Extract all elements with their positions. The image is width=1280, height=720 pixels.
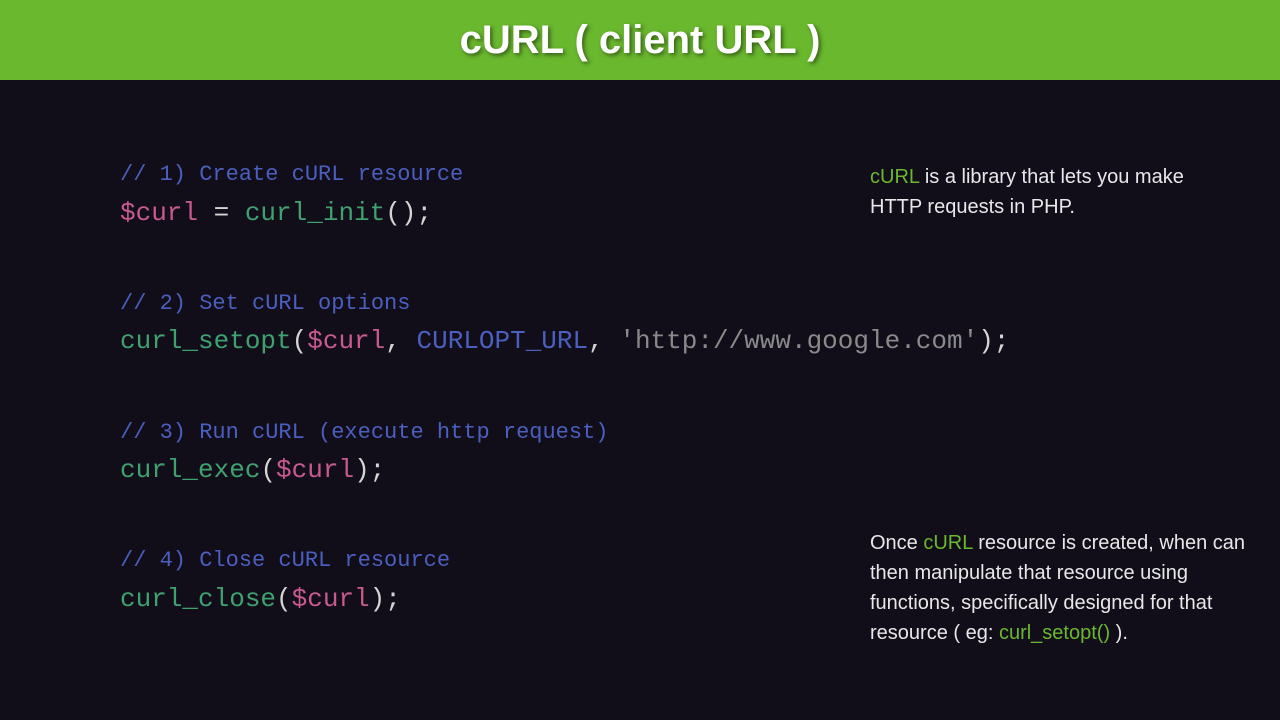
token-string: 'http://www.google.com' [619,326,978,356]
highlight-text: cURL [870,166,919,188]
code-block-2: // 2) Set cURL options curl_setopt($curl… [120,289,1009,360]
token-function: curl_close [120,584,276,614]
highlight-text: curl_setopt() [999,622,1110,644]
token-paren: ); [370,584,401,614]
note-text: Once [870,532,923,554]
token-variable: $curl [120,198,198,228]
token-paren: ); [354,455,385,485]
token-variable: $curl [307,326,385,356]
token-comma: , [588,326,619,356]
token-paren: ( [292,326,308,356]
token-paren: ( [260,455,276,485]
token-paren: ( [276,584,292,614]
content-area: // 1) Create cURL resource $curl = curl_… [0,80,1280,720]
token-paren: ); [978,326,1009,356]
token-paren: (); [385,198,432,228]
comment-2: // 2) Set cURL options [120,289,1009,319]
page-title: cURL ( client URL ) [460,18,821,63]
token-comma: , [385,326,416,356]
token-operator: = [198,198,245,228]
annotation-2: Once cURL resource is created, when can … [870,528,1250,648]
token-variable: $curl [276,455,354,485]
code-line-2: curl_setopt($curl, CURLOPT_URL, 'http://… [120,324,1009,359]
header-bar: cURL ( client URL ) [0,0,1280,80]
token-variable: $curl [292,584,370,614]
comment-3: // 3) Run cURL (execute http request) [120,418,1009,448]
annotation-1: cURL is a library that lets you make HTT… [870,162,1230,222]
code-line-3: curl_exec($curl); [120,453,1009,488]
token-function: curl_setopt [120,326,292,356]
highlight-text: cURL [923,532,972,554]
token-function: curl_exec [120,455,260,485]
token-function: curl_init [245,198,385,228]
code-block-3: // 3) Run cURL (execute http request) cu… [120,418,1009,489]
note-text: ). [1110,622,1128,644]
token-constant: CURLOPT_URL [416,326,588,356]
